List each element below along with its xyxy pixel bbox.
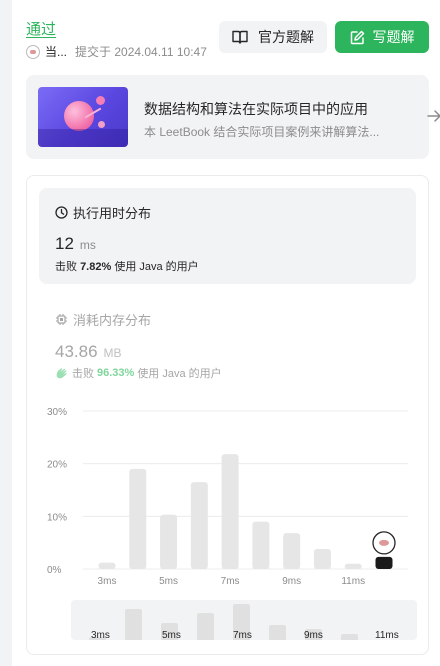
panel-divider — [0, 0, 12, 666]
memory-beat-prefix: 击败 — [72, 368, 94, 380]
x-tick-label: 7ms — [221, 576, 240, 586]
bar-avatar-face — [379, 539, 389, 546]
clock-icon — [55, 206, 68, 219]
leetbook-title: 数据结构和算法在实际项目中的应用 — [144, 101, 368, 117]
y-tick-label: 0% — [47, 565, 62, 576]
runtime-title-text: 执行用时分布 — [73, 206, 152, 221]
mini-tick-label: 9ms — [304, 630, 323, 640]
chart-bar — [129, 468, 147, 569]
y-tick-label: 10% — [47, 512, 67, 523]
write-solution-label: 写题解 — [372, 29, 415, 45]
chart-bar — [98, 562, 116, 569]
runtime-beat: 击败 7.82% 使用 Java 的用户 — [55, 258, 199, 274]
chart-range-selector[interactable]: 3ms 5ms 7ms 9ms 11ms — [71, 600, 417, 640]
mini-chart-bar — [197, 613, 214, 640]
runtime-unit: ms — [79, 238, 96, 252]
chart-bar — [252, 521, 270, 569]
runtime-title: 执行用时分布 — [55, 203, 151, 222]
x-tick-label: 11ms — [341, 576, 365, 586]
runtime-beat-pct: 7.82% — [80, 261, 112, 273]
runtime-value: 12 ms — [55, 234, 96, 254]
official-solution-button[interactable]: 官方题解 — [219, 21, 327, 53]
status-label[interactable]: 通过 — [26, 18, 56, 39]
submit-time: 提交于 2024.04.11 10:47 — [75, 45, 207, 59]
chart-bar — [221, 454, 239, 569]
chart-bar — [283, 533, 301, 569]
username[interactable]: 当... — [45, 43, 67, 60]
mini-tick-label: 5ms — [162, 630, 181, 640]
arrow-right-icon — [427, 110, 440, 122]
memory-beat-suffix: 使用 Java 的用户 — [137, 368, 222, 380]
mini-tick-label: 7ms — [233, 630, 252, 640]
write-solution-button[interactable]: 写题解 — [335, 21, 429, 53]
chart-bar — [344, 563, 362, 569]
edit-icon — [350, 30, 364, 44]
runtime-beat-suffix: 使用 Java 的用户 — [114, 261, 199, 273]
submission-meta: 当... 提交于 2024.04.11 10:47 — [26, 43, 207, 60]
memory-beat-pct: 96.33% — [97, 367, 135, 379]
x-tick-label: 9ms — [282, 576, 301, 586]
chart-bar — [375, 556, 393, 569]
runtime-number: 12 — [55, 234, 74, 253]
memory-beat: 击败 96.33% 使用 Java 的用户 — [55, 365, 222, 381]
runtime-section[interactable]: 执行用时分布 12 ms 击败 7.82% 使用 Java 的用户 — [39, 188, 416, 284]
memory-value: 43.86 MB — [55, 342, 122, 362]
memory-number: 43.86 — [55, 342, 98, 361]
clap-icon — [56, 367, 67, 378]
book-open-icon — [232, 30, 248, 44]
submission-panel: 通过 当... 提交于 2024.04.11 10:47 官方题解 写题解 数据… — [0, 0, 440, 666]
mini-tick-label: 11ms — [375, 630, 399, 640]
memory-title[interactable]: 消耗内存分布 — [55, 310, 151, 329]
leetbook-description: 本 LeetBook 结合实际项目案例来讲解算法... — [144, 125, 380, 139]
distribution-card: 执行用时分布 12 ms 击败 7.82% 使用 Java 的用户 消耗内存分布 … — [26, 175, 429, 655]
official-solution-label: 官方题解 — [258, 29, 314, 45]
leetbook-card[interactable]: 数据结构和算法在实际项目中的应用 本 LeetBook 结合实际项目案例来讲解算… — [26, 75, 440, 159]
mini-tick-label: 3ms — [91, 630, 110, 640]
chart-bar — [313, 548, 331, 569]
y-tick-label: 30% — [47, 407, 67, 418]
avatar[interactable] — [26, 44, 40, 59]
memory-unit: MB — [103, 346, 122, 360]
leetbook-cover — [38, 87, 128, 147]
runtime-beat-prefix: 击败 — [55, 261, 77, 273]
y-tick-label: 20% — [47, 460, 67, 471]
memory-title-text: 消耗内存分布 — [73, 313, 152, 328]
runtime-distribution-chart[interactable]: 30% 20% 10% 0% 3ms 5ms 7ms 9ms 11ms — [27, 396, 429, 586]
mini-chart-bar — [341, 633, 358, 640]
chip-icon — [56, 314, 67, 325]
mini-chart-bar — [269, 625, 286, 640]
chart-bar — [190, 482, 208, 569]
chart-bar — [160, 514, 178, 569]
mini-chart-bar — [125, 608, 142, 640]
x-tick-label: 5ms — [159, 576, 178, 586]
x-tick-label: 3ms — [98, 576, 117, 586]
